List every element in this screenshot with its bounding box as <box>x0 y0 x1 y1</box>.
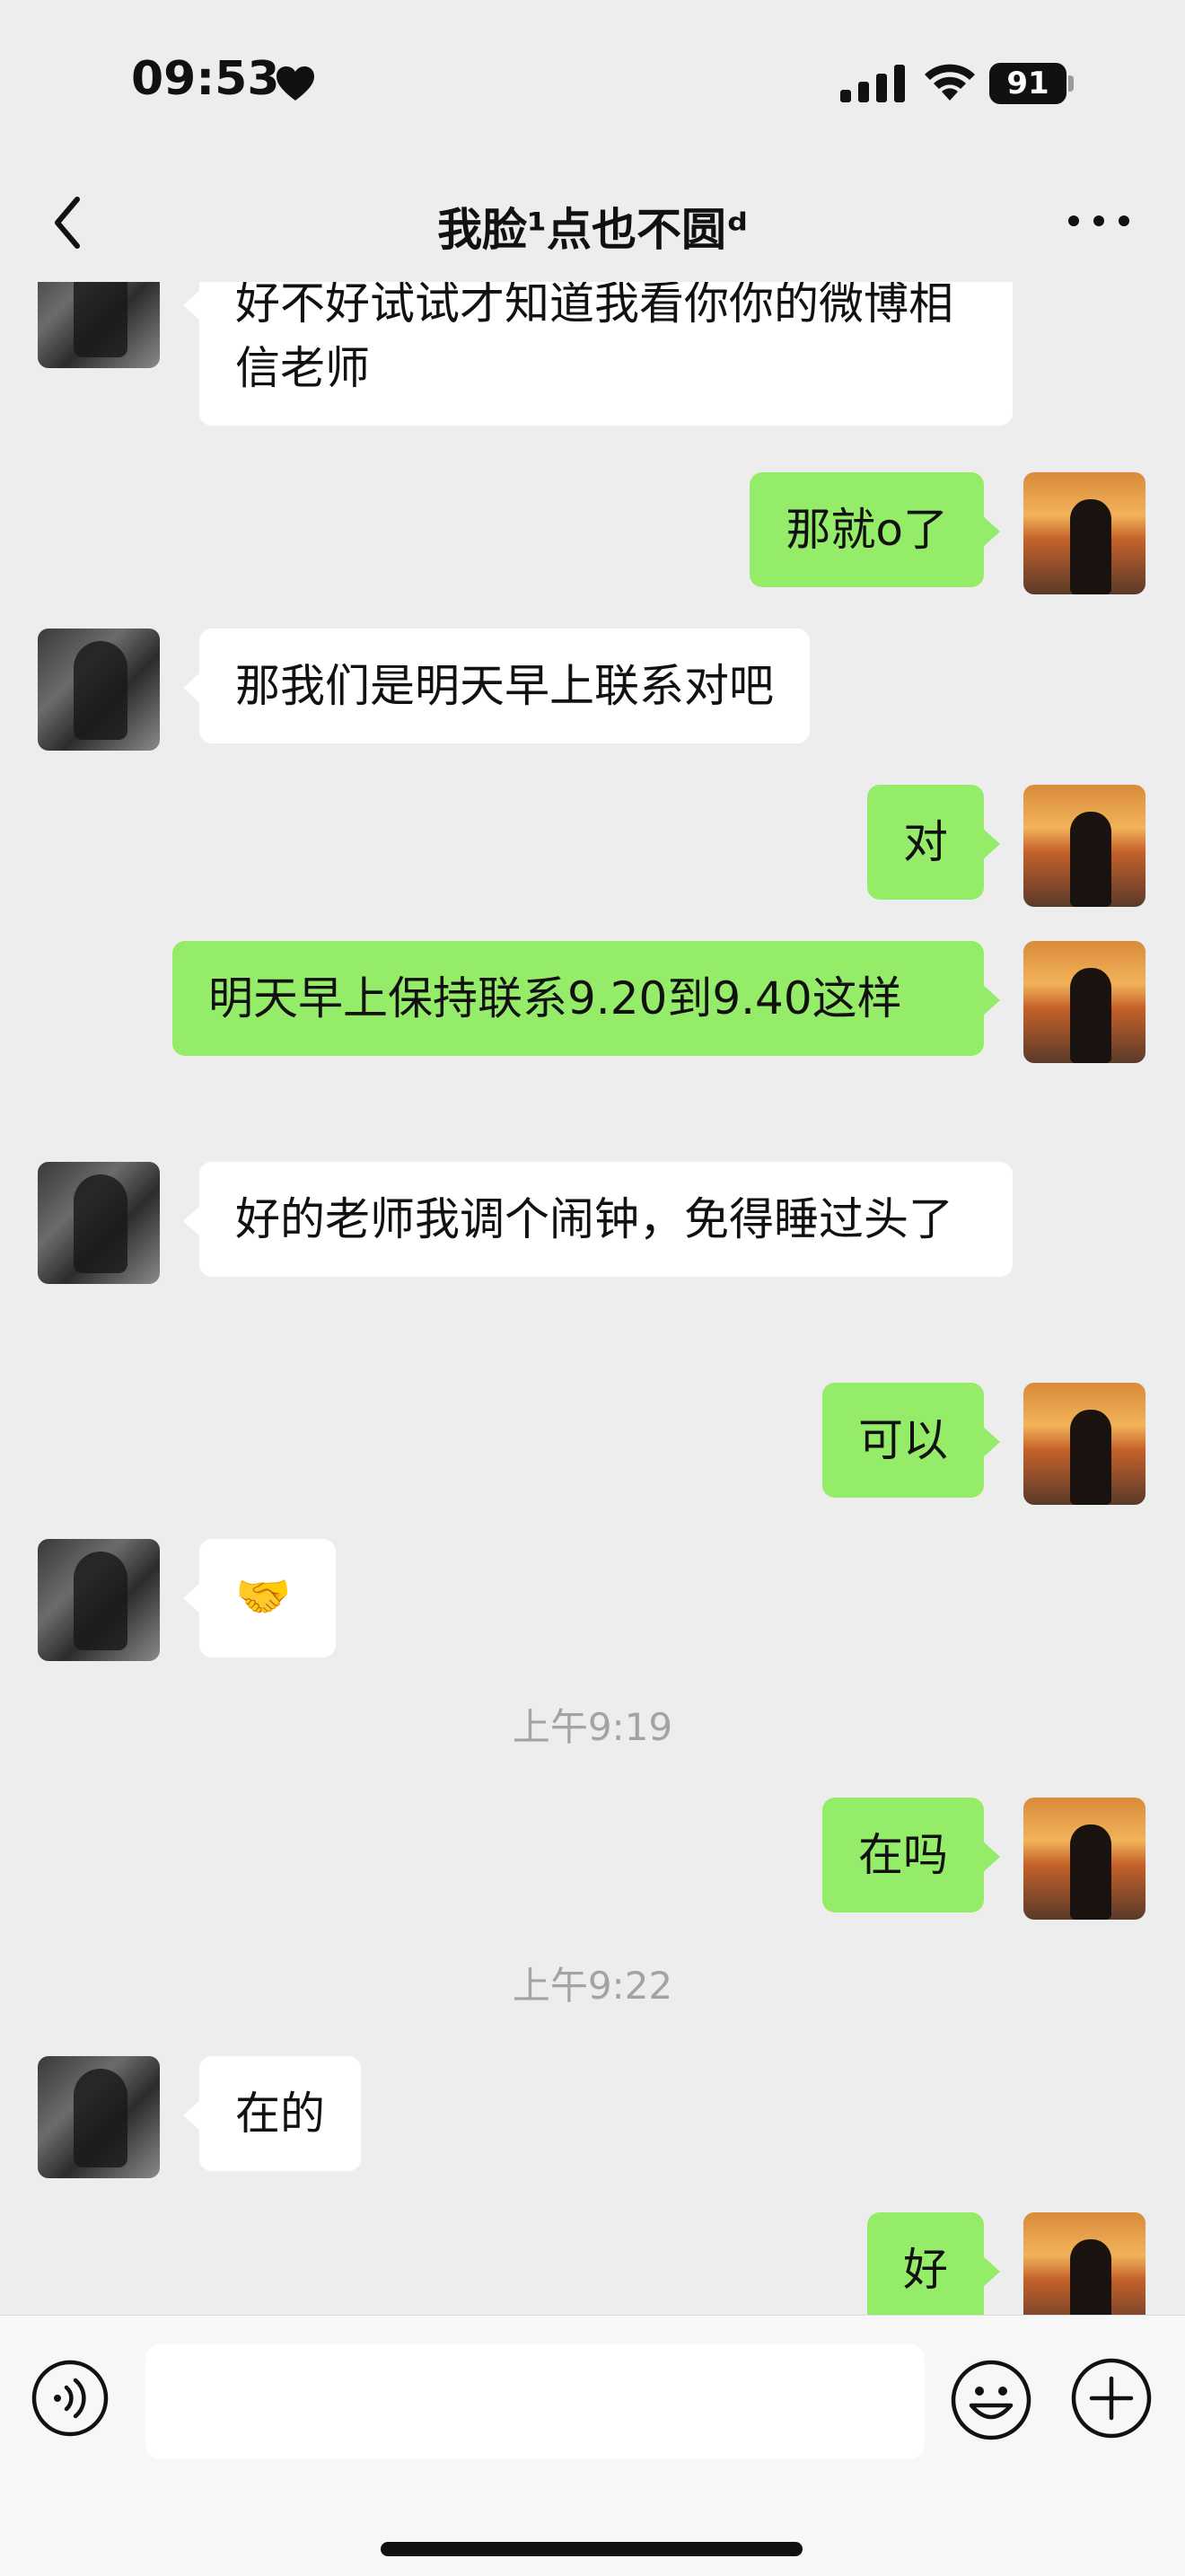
nav-bar: 我脸¹点也不圆ᵈ <box>0 162 1185 282</box>
home-indicator <box>381 2542 803 2556</box>
received-message-bubble[interactable]: 好的老师我调个闹钟，免得睡过头了 <box>183 1162 1013 1277</box>
contact-avatar[interactable] <box>38 1162 160 1284</box>
emoji-icon[interactable] <box>950 2359 1032 2441</box>
received-emoji-bubble[interactable]: 🤝 <box>183 1539 336 1657</box>
message-input[interactable] <box>145 2344 925 2459</box>
status-time: 09:53 <box>131 52 280 106</box>
battery-indicator: 91 <box>989 63 1066 104</box>
more-functions-plus-icon[interactable] <box>1070 2357 1153 2440</box>
input-bar <box>0 2315 1185 2576</box>
received-message-bubble[interactable]: 那我们是明天早上联系对吧 <box>183 629 810 743</box>
status-bar: 09:53 91 <box>0 0 1185 162</box>
sent-message-bubble[interactable]: 在吗 <box>822 1798 1000 1912</box>
heart-icon <box>276 66 314 101</box>
received-message-bubble[interactable]: 好不好试试才知道我看你你的微博相信老师 <box>183 282 1013 426</box>
wifi-icon <box>925 64 975 101</box>
user-avatar[interactable] <box>1023 785 1146 907</box>
user-avatar[interactable] <box>1023 472 1146 594</box>
cellular-signal-icon <box>840 65 905 102</box>
message-timestamp: 上午9:22 <box>512 1964 673 2008</box>
sent-message-bubble[interactable]: 可以 <box>822 1383 1000 1498</box>
contact-avatar[interactable] <box>38 1539 160 1661</box>
sent-message-bubble[interactable]: 好 <box>867 2212 1000 2315</box>
battery-tip <box>1068 75 1074 92</box>
user-avatar[interactable] <box>1023 1798 1146 1920</box>
user-avatar[interactable] <box>1023 1383 1146 1505</box>
sent-message-bubble[interactable]: 那就o了 <box>750 472 1000 587</box>
chat-message-list[interactable]: 好不好试试才知道我看你你的微博相信老师 那就o了 那我们是明天早上联系对吧 对 … <box>0 282 1185 2315</box>
user-avatar[interactable] <box>1023 941 1146 1063</box>
sent-message-bubble[interactable]: 明天早上保持联系9.20到9.40这样 <box>172 941 1000 1056</box>
message-timestamp: 上午9:19 <box>512 1705 673 1749</box>
contact-avatar[interactable] <box>38 2056 160 2178</box>
contact-avatar[interactable] <box>38 629 160 751</box>
sent-message-bubble[interactable]: 对 <box>867 785 1000 900</box>
contact-avatar[interactable] <box>38 282 160 368</box>
received-message-bubble[interactable]: 在的 <box>183 2056 361 2171</box>
voice-input-icon[interactable] <box>31 2359 110 2438</box>
user-avatar[interactable] <box>1023 2212 1146 2315</box>
more-options-icon[interactable] <box>1063 199 1135 242</box>
chat-title: 我脸¹点也不圆ᵈ <box>437 204 748 256</box>
